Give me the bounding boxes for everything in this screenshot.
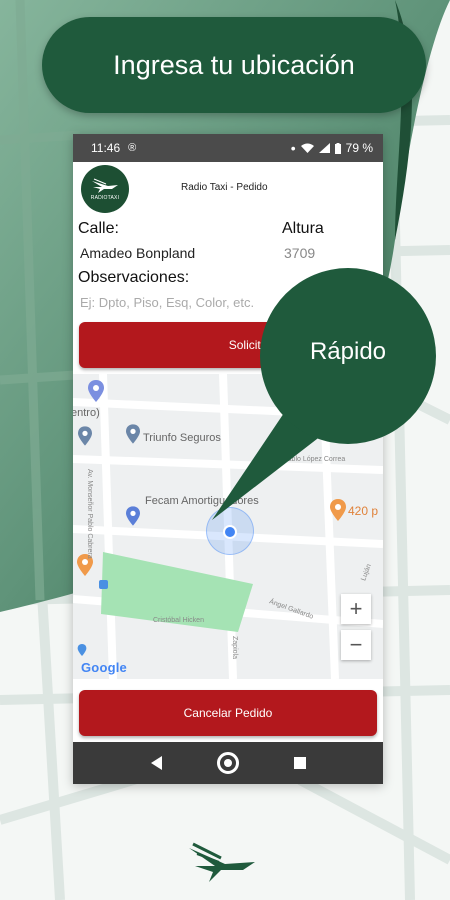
map-label-restaurant: 420 p xyxy=(348,504,379,518)
dot-icon: • xyxy=(290,140,296,156)
map-pin-icon xyxy=(88,380,104,402)
map-label-centro: entro) xyxy=(73,407,100,419)
status-bar: 11:46 ® • 79 % xyxy=(73,134,383,162)
map-pin-icon xyxy=(126,424,140,444)
status-right: • 79 % xyxy=(291,141,373,155)
app-bar: RADIOTAXI Radio Taxi - Pedido xyxy=(73,162,383,216)
home-icon[interactable] xyxy=(216,752,239,774)
street-label: Calle: xyxy=(78,220,119,237)
map-label-civil: Cristóbal Hicken xyxy=(153,617,204,624)
map-label-zapiola: Zapiola xyxy=(230,636,238,659)
map-label-triunfo: Triunfo Seguros xyxy=(143,432,221,444)
battery-percent: 79 % xyxy=(345,141,373,155)
signal-icon xyxy=(318,143,330,153)
notification-icon: ® xyxy=(128,142,137,154)
zoom-out-button[interactable]: − xyxy=(341,630,371,660)
cancel-order-button[interactable]: Cancelar Pedido xyxy=(79,690,377,736)
recent-apps-icon[interactable] xyxy=(293,757,306,769)
notes-input[interactable]: Ej: Dpto, Piso, Esq, Color, etc. xyxy=(80,295,254,310)
app-logo: RADIOTAXI xyxy=(81,165,129,213)
map-label-fecam: Fecam Amortiguadores xyxy=(145,495,259,507)
wifi-icon xyxy=(300,143,314,153)
zoom-in-button[interactable]: + xyxy=(341,594,371,624)
callout-text: Rápido xyxy=(309,338,387,365)
notes-label: Observaciones: xyxy=(78,269,190,286)
map-pin-icon xyxy=(77,644,87,656)
phone-screen: 11:46 ® • 79 % RADIOTAXI Radio Taxi - Pe… xyxy=(73,134,383,784)
map-label-lopez: Pablo López Correa xyxy=(283,456,346,463)
current-location-dot xyxy=(223,525,237,539)
cancel-order-label: Cancelar Pedido xyxy=(183,706,273,720)
back-icon[interactable] xyxy=(150,756,162,770)
app-title: Radio Taxi - Pedido xyxy=(181,182,268,193)
map-pin-icon xyxy=(126,506,140,526)
eagle-footer-icon xyxy=(189,842,255,882)
map-pin-icon xyxy=(78,426,92,446)
bus-stop-icon xyxy=(99,580,108,589)
status-time: 11:46 xyxy=(91,141,121,155)
logo-text: RADIOTAXI xyxy=(90,195,120,201)
street-input[interactable]: Amadeo Bonpland xyxy=(80,245,195,261)
battery-icon xyxy=(334,142,341,154)
map-label-avenue: Av. Monseñor Pablo Cabrera xyxy=(86,469,93,559)
number-label: Altura xyxy=(282,220,324,237)
restaurant-pin-icon xyxy=(330,499,346,521)
eagle-logo-icon xyxy=(92,178,118,193)
headline-banner: Ingresa tu ubicación xyxy=(42,17,426,113)
android-nav-bar xyxy=(73,742,383,784)
callout-bubble: Rápido xyxy=(260,268,436,444)
headline-text: Ingresa tu ubicación xyxy=(113,49,355,80)
number-input[interactable]: 3709 xyxy=(284,245,315,261)
google-attribution: Google xyxy=(81,660,127,675)
